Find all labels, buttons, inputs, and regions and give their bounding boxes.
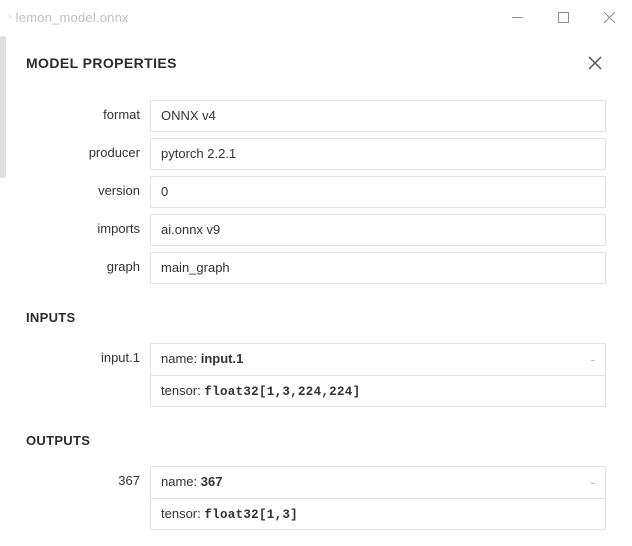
property-value[interactable]: main_graph <box>150 252 606 284</box>
properties-panel: MODEL PROPERTIES format ONNX v4 producer… <box>0 34 632 546</box>
property-value[interactable]: ONNX v4 <box>150 100 606 132</box>
property-label: format <box>26 100 150 132</box>
output-name-box[interactable]: - name: 367 <box>150 466 606 499</box>
section-inputs: INPUTS <box>26 310 606 325</box>
maximize-button[interactable] <box>540 0 586 34</box>
field-key: tensor: <box>161 506 204 521</box>
panel-close-button[interactable] <box>584 52 606 74</box>
input-side-label: input.1 <box>26 343 150 407</box>
property-row-imports: imports ai.onnx v9 <box>26 214 606 246</box>
input-tensor-box[interactable]: tensor: float32[1,3,224,224] <box>150 376 606 408</box>
panel-title: MODEL PROPERTIES <box>26 55 177 71</box>
field-key: tensor: <box>161 383 204 398</box>
input-name-box[interactable]: - name: input.1 <box>150 343 606 376</box>
section-outputs: OUTPUTS <box>26 433 606 448</box>
field-value: 367 <box>201 474 223 489</box>
window-close-button[interactable] <box>586 0 632 34</box>
window-titlebar: › lemon_model.onnx <box>0 0 632 34</box>
window-left-border <box>0 36 6 178</box>
window-buttons <box>494 0 632 34</box>
minimize-button[interactable] <box>494 0 540 34</box>
property-row-version: version 0 <box>26 176 606 208</box>
property-value[interactable]: 0 <box>150 176 606 208</box>
property-row-format: format ONNX v4 <box>26 100 606 132</box>
input-boxgroup: - name: input.1 tensor: float32[1,3,224,… <box>150 343 606 407</box>
panel-header: MODEL PROPERTIES <box>26 52 606 74</box>
field-value: input.1 <box>201 351 244 366</box>
property-row-producer: producer pytorch 2.2.1 <box>26 138 606 170</box>
input-row: input.1 - name: input.1 tensor: float32[… <box>26 343 606 407</box>
property-value[interactable]: pytorch 2.2.1 <box>150 138 606 170</box>
titlebar-caret-icon: › <box>8 11 12 23</box>
output-row: 367 - name: 367 tensor: float32[1,3] <box>26 466 606 530</box>
field-value: float32[1,3] <box>204 508 298 522</box>
field-key: name: <box>161 351 201 366</box>
property-label: imports <box>26 214 150 246</box>
output-boxgroup: - name: 367 tensor: float32[1,3] <box>150 466 606 530</box>
property-label: graph <box>26 252 150 284</box>
property-row-graph: graph main_graph <box>26 252 606 284</box>
collapse-icon[interactable]: - <box>590 475 595 489</box>
output-tensor-box[interactable]: tensor: float32[1,3] <box>150 499 606 531</box>
field-value: float32[1,3,224,224] <box>204 385 360 399</box>
property-label: producer <box>26 138 150 170</box>
field-key: name: <box>161 474 201 489</box>
property-value[interactable]: ai.onnx v9 <box>150 214 606 246</box>
property-label: version <box>26 176 150 208</box>
output-side-label: 367 <box>26 466 150 530</box>
collapse-icon[interactable]: - <box>590 352 595 366</box>
window-title: lemon_model.onnx <box>16 10 129 25</box>
